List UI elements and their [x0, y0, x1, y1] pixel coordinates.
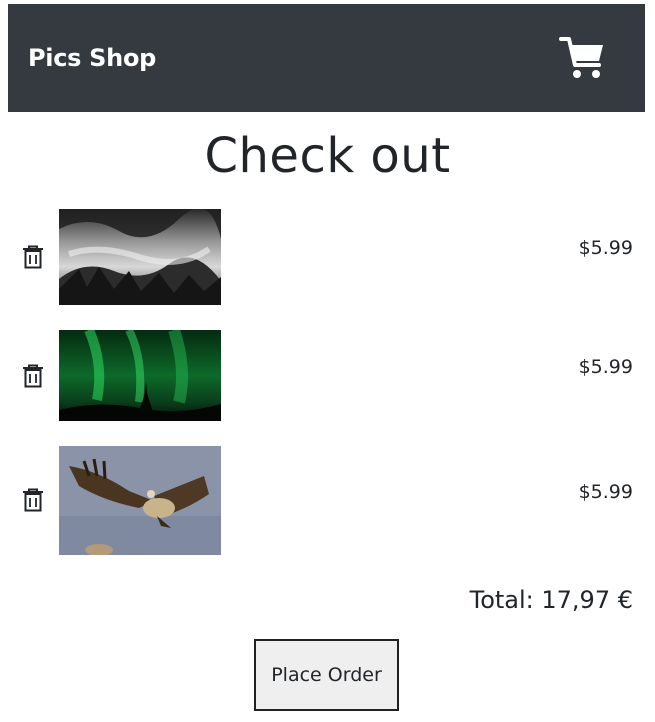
item-price: $5.99: [578, 356, 633, 378]
remove-item-button[interactable]: [20, 487, 46, 513]
cart-item: $5.99: [0, 446, 655, 555]
trash-icon: [23, 245, 43, 269]
place-order-button[interactable]: Place Order: [254, 639, 399, 711]
order-total: Total: 17,97 €: [469, 586, 633, 614]
item-price: $5.99: [578, 481, 633, 503]
remove-item-button[interactable]: [20, 244, 46, 270]
item-price: $5.99: [578, 237, 633, 259]
shopping-cart-icon: [559, 37, 603, 78]
remove-item-button[interactable]: [20, 363, 46, 389]
page-title: Check out: [204, 128, 451, 184]
cart-item: $5.99: [0, 330, 655, 421]
item-thumbnail: [59, 330, 221, 421]
trash-icon: [23, 488, 43, 512]
cart-item: $5.99: [0, 209, 655, 305]
cart-button[interactable]: [559, 35, 605, 81]
trash-icon: [23, 364, 43, 388]
item-thumbnail: [59, 446, 221, 555]
navbar: Pics Shop: [8, 4, 645, 112]
item-thumbnail: [59, 209, 221, 305]
brand-link[interactable]: Pics Shop: [28, 44, 156, 72]
